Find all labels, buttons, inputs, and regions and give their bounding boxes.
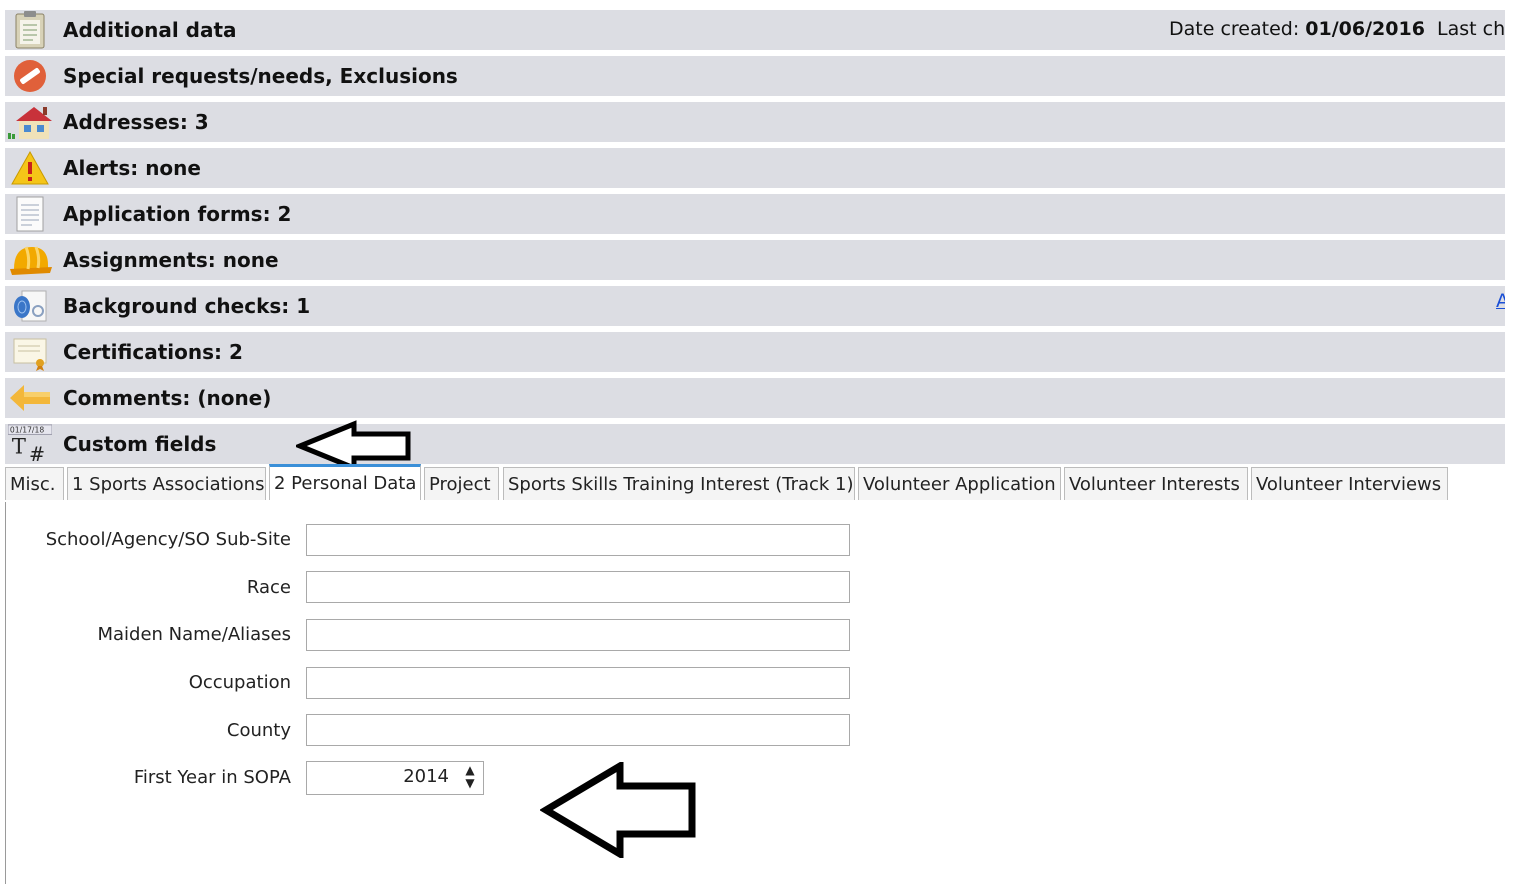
house-icon [8,103,52,141]
section-label: Alerts: none [63,156,201,180]
section-list: Additional data Date created: 01/06/2016… [5,10,1505,470]
stepper-down-icon[interactable]: ▼ [465,776,474,790]
date-created-label: Date created: [1169,18,1300,40]
tab-volunteer-interests[interactable]: Volunteer Interests [1064,467,1248,500]
section-label: Background checks: 1 [63,294,311,318]
first-year-value: 2014 [403,766,449,787]
county-field[interactable] [306,714,850,746]
field-label-first-year: First Year in SOPA [133,767,291,788]
section-assignments[interactable]: Assignments: none [5,240,1505,280]
field-label-maiden-name: Maiden Name/Aliases [97,624,291,645]
background-checks-link[interactable]: A [1496,290,1505,312]
date-created: Date created: 01/06/2016 Last cha [1169,10,1505,50]
hard-hat-icon [8,241,52,279]
race-field[interactable] [306,571,850,603]
custom-fields-icon: 01/17/18 T # [8,424,52,464]
tab-sports-associations[interactable]: 1 Sports Associations [67,467,266,500]
section-label: Certifications: 2 [63,340,243,364]
section-label: Custom fields [63,432,217,456]
annotation-arrow-left-icon [540,762,696,858]
no-entry-icon [8,57,52,95]
section-custom-fields[interactable]: 01/17/18 T # Custom fields [5,424,1505,464]
section-label: Assignments: none [63,248,279,272]
tab-misc[interactable]: Misc. [5,467,64,500]
stepper-arrows[interactable]: ▲ ▼ [461,764,479,792]
fingerprint-icon [8,287,52,325]
warning-icon [8,149,52,187]
section-certifications[interactable]: Certifications: 2 [5,332,1505,372]
field-label-school: School/Agency/SO Sub-Site [45,529,291,550]
section-addresses[interactable]: Addresses: 3 [5,102,1505,142]
field-label-county: County [226,720,291,741]
custom-fields-icon-t: T [12,434,26,459]
tab-volunteer-application[interactable]: Volunteer Application [858,467,1061,500]
section-label: Special requests/needs, Exclusions [63,64,458,88]
date-created-value: 01/06/2016 [1305,18,1425,40]
section-comments[interactable]: Comments: (none) [5,378,1505,418]
maiden-name-field[interactable] [306,619,850,651]
section-special-requests[interactable]: Special requests/needs, Exclusions [5,56,1505,96]
comment-arrow-icon [8,379,52,417]
section-label: Application forms: 2 [63,202,292,226]
first-year-stepper[interactable]: 2014 ▲ ▼ [306,761,484,795]
certificate-icon [8,333,52,371]
field-label-occupation: Occupation [188,672,291,693]
tab-bar: Misc. 1 Sports Associations 2 Personal D… [5,464,1505,503]
section-alerts[interactable]: Alerts: none [5,148,1505,188]
section-label: Comments: (none) [63,386,272,410]
stepper-up-icon[interactable]: ▲ [465,763,474,777]
section-additional-data[interactable]: Additional data Date created: 01/06/2016… [5,10,1505,50]
field-label-race: Race [246,577,291,598]
section-application-forms[interactable]: Application forms: 2 [5,194,1505,234]
personal-data-panel: School/Agency/SO Sub-Site Race Maiden Na… [5,502,1506,884]
tab-volunteer-interviews[interactable]: Volunteer Interviews [1251,467,1448,500]
document-icon [8,195,52,233]
section-background-checks[interactable]: Background checks: 1 A [5,286,1505,326]
occupation-field[interactable] [306,667,850,699]
tab-project[interactable]: Project [424,467,499,500]
tab-sports-skills-training[interactable]: Sports Skills Training Interest (Track 1… [503,467,855,500]
clipboard-icon [8,11,52,49]
school-agency-field[interactable] [306,524,850,556]
custom-fields-icon-hash: # [29,443,45,464]
tab-personal-data[interactable]: 2 Personal Data [269,464,421,500]
last-changed-label: Last cha [1437,18,1505,40]
section-label: Addresses: 3 [63,110,209,134]
section-label: Additional data [63,18,237,42]
